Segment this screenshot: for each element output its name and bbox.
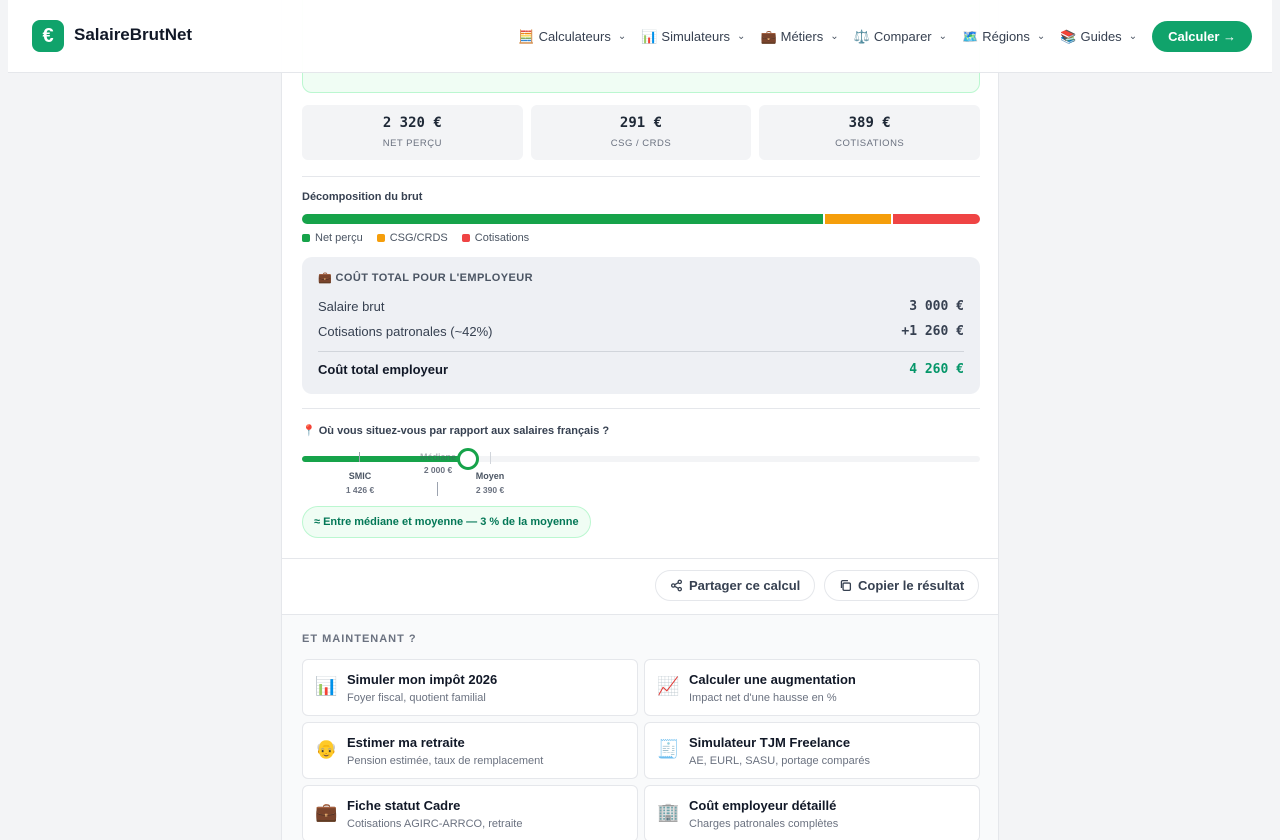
share-button[interactable]: Partager ce calcul <box>655 570 816 601</box>
divider <box>318 351 964 352</box>
total-value: 4 260 € <box>909 362 964 377</box>
calculator-icon: 🧮 <box>518 28 535 44</box>
books-icon: 📚 <box>1060 28 1077 44</box>
stat-value: 389 € <box>848 115 891 131</box>
briefcase-icon: 💼 <box>760 28 777 44</box>
tile-subtitle: Cotisations AGIRC-ARRCO, retraite <box>347 818 523 830</box>
actions-bar: Partager ce calcul Copier le résultat <box>282 558 998 615</box>
share-icon <box>670 579 683 592</box>
chevron-down-icon: ⌄ <box>938 31 948 42</box>
nav-comparer[interactable]: ⚖️ Comparer ⌄ <box>854 29 947 45</box>
tile-title: Simulateur TJM Freelance <box>689 735 851 750</box>
employer-cost-panel: 💼 COÛT TOTAL POUR L'EMPLOYEUR Salaire br… <box>302 257 980 394</box>
result-card: 2 320 € NET PERÇU 291 € CSG / CRDS 389 €… <box>281 0 999 840</box>
logo-icon[interactable]: € <box>32 20 64 52</box>
tile-title: Estimer ma retraite <box>347 735 465 750</box>
breakdown-bar <box>302 214 980 224</box>
chevron-down-icon: ⌄ <box>1036 31 1046 42</box>
chevron-down-icon: ⌄ <box>1128 31 1138 42</box>
row-value: +1 260 € <box>901 324 964 339</box>
employer-row-patronales: Cotisations patronales (~42%) +1 260 € <box>318 324 964 339</box>
smic-tick <box>359 452 360 462</box>
tile-cout-employeur[interactable]: 🏢 Coût employeur détaillé Charges patron… <box>644 785 980 840</box>
site-header: € SalaireBrutNet 🧮 Calculateurs ⌄ 📊 Simul… <box>8 0 1272 73</box>
breakdown-title: Décomposition du brut <box>302 191 423 203</box>
stat-label: CSG / CRDS <box>610 138 672 149</box>
tile-augmentation[interactable]: 📈 Calculer une augmentation Impact net d… <box>644 659 980 716</box>
legend-item: CSG/CRDS <box>376 232 448 244</box>
chevron-down-icon: ⌄ <box>617 31 627 42</box>
row-value: 3 000 € <box>909 299 964 314</box>
row-label: Cotisations patronales (~42%) <box>318 324 493 339</box>
bar-segment-csg <box>825 214 891 224</box>
nav-regions[interactable]: 🗺️ Régions ⌄ <box>962 29 1045 45</box>
row-label: Salaire brut <box>318 299 385 314</box>
median-tick <box>437 482 438 496</box>
legend-item: Net perçu <box>302 232 363 244</box>
next-steps-section: ET MAINTENANT ? 📊 Simuler mon impôt 2026… <box>282 615 998 840</box>
divider <box>302 408 980 409</box>
nav-metiers[interactable]: 💼 Métiers ⌄ <box>760 29 838 45</box>
nav-calculateurs[interactable]: 🧮 Calculateurs ⌄ <box>518 29 626 45</box>
tile-title: Simuler mon impôt 2026 <box>347 672 498 687</box>
tile-tjm[interactable]: 🧾 Simulateur TJM Freelance AE, EURL, SAS… <box>644 722 980 779</box>
chart-icon: 📊 <box>315 676 338 696</box>
stat-cotisations: 389 € COTISATIONS <box>759 105 981 160</box>
copy-icon <box>840 579 852 592</box>
tile-subtitle: Foyer fiscal, quotient familial <box>347 692 486 704</box>
tile-impot[interactable]: 📊 Simuler mon impôt 2026 Foyer fiscal, q… <box>302 659 638 716</box>
total-label: Coût total employeur <box>318 362 449 377</box>
salary-scale <box>302 456 980 462</box>
marker-average: Moyen 2 390 € <box>475 471 505 495</box>
tile-retraite[interactable]: 👴 Estimer ma retraite Pension estimée, t… <box>302 722 638 779</box>
bar-segment-net <box>302 214 824 224</box>
tile-title: Calculer une augmentation <box>689 672 856 687</box>
bar-segment-cotisations <box>892 214 980 224</box>
brand-name[interactable]: SalaireBrutNet <box>74 25 192 45</box>
employer-row-brut: Salaire brut 3 000 € <box>318 299 964 314</box>
stat-csg: 291 € CSG / CRDS <box>530 105 752 160</box>
chevron-down-icon: ⌄ <box>830 31 839 42</box>
average-tick <box>490 452 491 464</box>
trend-up-icon: 📈 <box>657 676 680 696</box>
breakdown-legend: Net perçu CSG/CRDS Cotisations <box>302 232 529 244</box>
tile-subtitle: Impact net d'une hausse en % <box>689 692 837 704</box>
tile-cadre[interactable]: 💼 Fiche statut Cadre Cotisations AGIRC-A… <box>302 785 638 840</box>
map-icon: 🗺️ <box>962 28 979 44</box>
scales-icon: ⚖️ <box>853 28 870 44</box>
stat-label: NET PERÇU <box>382 138 442 149</box>
legend-item: Cotisations <box>461 232 529 244</box>
divider <box>302 176 980 177</box>
chart-icon: 📊 <box>641 28 658 44</box>
main-nav: 🧮 Calculateurs ⌄ 📊 Simulateurs ⌄ 💼 Métiers… <box>518 21 1252 52</box>
stat-net: 2 320 € NET PERÇU <box>302 105 523 160</box>
tile-subtitle: Pension estimée, taux de remplacement <box>347 755 544 767</box>
copy-result-button[interactable]: Copier le résultat <box>824 570 980 601</box>
briefcase-icon: 💼 <box>315 802 338 822</box>
receipt-icon: 🧾 <box>657 739 680 759</box>
office-building-icon: 🏢 <box>657 802 680 822</box>
nav-simulateurs[interactable]: 📊 Simulateurs ⌄ <box>641 29 745 45</box>
position-badge: ≈ Entre médiane et moyenne — 3 % de la m… <box>302 506 591 538</box>
elder-icon: 👴 <box>315 739 338 759</box>
position-title: 📍 Où vous situez-vous par rapport aux sa… <box>302 425 610 437</box>
tile-subtitle: AE, EURL, SASU, portage comparés <box>689 755 870 767</box>
nav-guides[interactable]: 📚 Guides ⌄ <box>1060 29 1137 45</box>
employer-total: Coût total employeur 4 260 € <box>318 362 964 377</box>
stat-value: 291 € <box>619 115 663 131</box>
stat-value: 2 320 € <box>382 115 442 131</box>
calculate-button[interactable]: Calculer → <box>1152 21 1252 52</box>
employer-heading: 💼 COÛT TOTAL POUR L'EMPLOYEUR <box>318 272 533 284</box>
marker-smic: SMIC 1 426 € <box>345 471 375 495</box>
tile-title: Fiche statut Cadre <box>347 798 461 813</box>
marker-median: Médiane 2 000 € <box>419 452 456 475</box>
tile-title: Coût employeur détaillé <box>689 798 837 813</box>
stat-label: COTISATIONS <box>835 138 905 149</box>
chevron-down-icon: ⌄ <box>737 31 746 42</box>
tile-subtitle: Charges patronales complètes <box>689 818 839 830</box>
next-steps-title: ET MAINTENANT ? <box>302 633 417 645</box>
stats-row: 2 320 € NET PERÇU 291 € CSG / CRDS 389 €… <box>302 105 981 160</box>
